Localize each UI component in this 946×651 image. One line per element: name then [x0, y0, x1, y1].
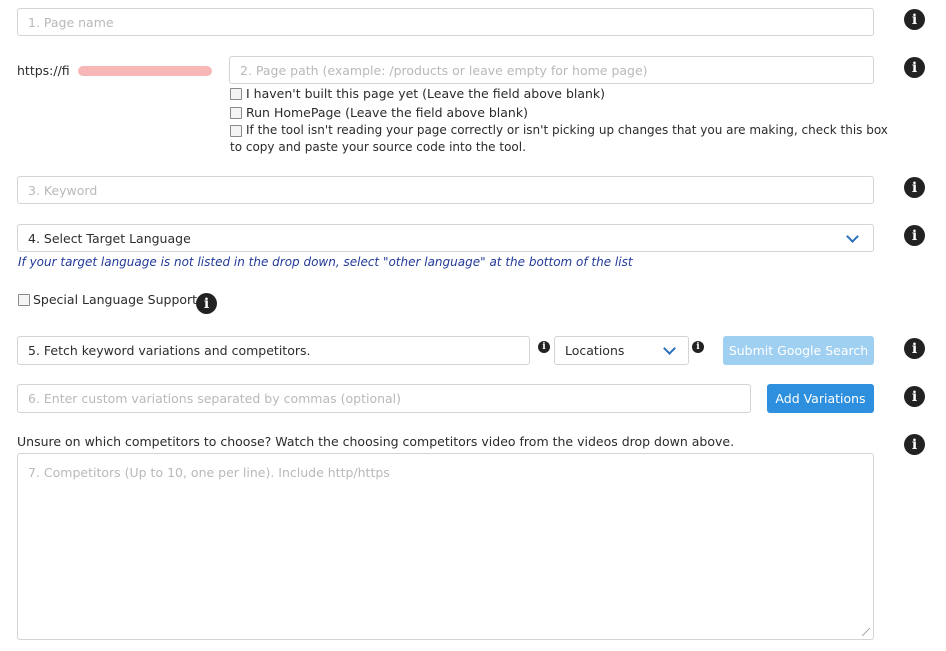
- locations-info-icon[interactable]: i: [692, 341, 704, 353]
- competitors-textarea[interactable]: 7. Competitors (Up to 10, one per line).…: [17, 453, 874, 640]
- not-built-label: I haven't built this page yet (Leave the…: [246, 86, 606, 101]
- language-note: If your target language is not listed in…: [18, 255, 633, 269]
- run-homepage-label: Run HomePage (Leave the field above blan…: [246, 105, 528, 120]
- keyword-input[interactable]: 3. Keyword: [17, 176, 874, 204]
- info-glyph: i: [911, 179, 918, 196]
- chevron-down-icon: [846, 229, 859, 243]
- competitors-hint: Unsure on which competitors to choose? W…: [17, 434, 735, 449]
- locations-value: Locations: [565, 343, 625, 358]
- paste-source-label-cont: to copy and paste your source code into …: [230, 140, 526, 154]
- info-glyph: i: [911, 11, 918, 28]
- paste-source-checkbox[interactable]: [230, 125, 242, 137]
- competitors-info-icon[interactable]: i: [904, 434, 925, 455]
- url-prefix: https://fi: [17, 63, 70, 78]
- keyword-info-icon[interactable]: i: [904, 177, 925, 198]
- competitors-placeholder: 7. Competitors (Up to 10, one per line).…: [28, 465, 390, 480]
- page-path-info-icon[interactable]: i: [904, 57, 925, 78]
- submit-google-search-button[interactable]: Submit Google Search: [723, 336, 874, 365]
- locations-select[interactable]: Locations: [554, 336, 689, 365]
- language-info-icon[interactable]: i: [904, 225, 925, 246]
- special-language-checkbox[interactable]: [18, 294, 30, 306]
- info-glyph: i: [911, 388, 918, 405]
- resize-handle-icon[interactable]: [862, 628, 870, 636]
- info-glyph: i: [911, 227, 918, 244]
- special-language-label: Special Language Support: [33, 292, 198, 307]
- keyword-placeholder: 3. Keyword: [28, 182, 98, 198]
- variations-info-icon[interactable]: i: [904, 386, 925, 407]
- info-glyph: i: [911, 59, 918, 76]
- page-name-placeholder: 1. Page name: [28, 14, 114, 30]
- url-prefix-text: https://fi: [17, 63, 70, 78]
- target-language-value: 4. Select Target Language: [28, 230, 191, 246]
- custom-variations-input[interactable]: 6. Enter custom variations separated by …: [17, 384, 751, 413]
- info-glyph: i: [203, 295, 210, 312]
- add-variations-label: Add Variations: [775, 391, 866, 406]
- info-glyph: i: [911, 340, 918, 357]
- info-glyph: i: [696, 341, 700, 352]
- chevron-down-icon: [663, 342, 676, 355]
- redacted-url: [78, 66, 212, 76]
- page-name-info-icon[interactable]: i: [904, 9, 925, 30]
- not-built-checkbox[interactable]: [230, 88, 242, 100]
- fetch-info-icon[interactable]: i: [538, 341, 550, 353]
- page-path-placeholder: 2. Page path (example: /products or leav…: [240, 62, 648, 78]
- special-language-info-icon[interactable]: i: [196, 293, 217, 314]
- target-language-select[interactable]: 4. Select Target Language: [17, 224, 874, 252]
- custom-variations-placeholder: 6. Enter custom variations separated by …: [28, 391, 402, 406]
- paste-source-label: If the tool isn't reading your page corr…: [246, 123, 888, 137]
- info-glyph: i: [542, 341, 546, 352]
- run-homepage-checkbox[interactable]: [230, 107, 242, 119]
- page-name-input[interactable]: 1. Page name: [17, 8, 874, 36]
- submit-info-icon[interactable]: i: [904, 338, 925, 359]
- fetch-keyword-input[interactable]: 5. Fetch keyword variations and competit…: [17, 336, 530, 365]
- info-glyph: i: [911, 436, 918, 453]
- add-variations-button[interactable]: Add Variations: [767, 384, 874, 413]
- submit-google-search-label: Submit Google Search: [728, 343, 869, 358]
- fetch-keyword-value: 5. Fetch keyword variations and competit…: [28, 343, 311, 358]
- page-path-input[interactable]: 2. Page path (example: /products or leav…: [229, 56, 874, 84]
